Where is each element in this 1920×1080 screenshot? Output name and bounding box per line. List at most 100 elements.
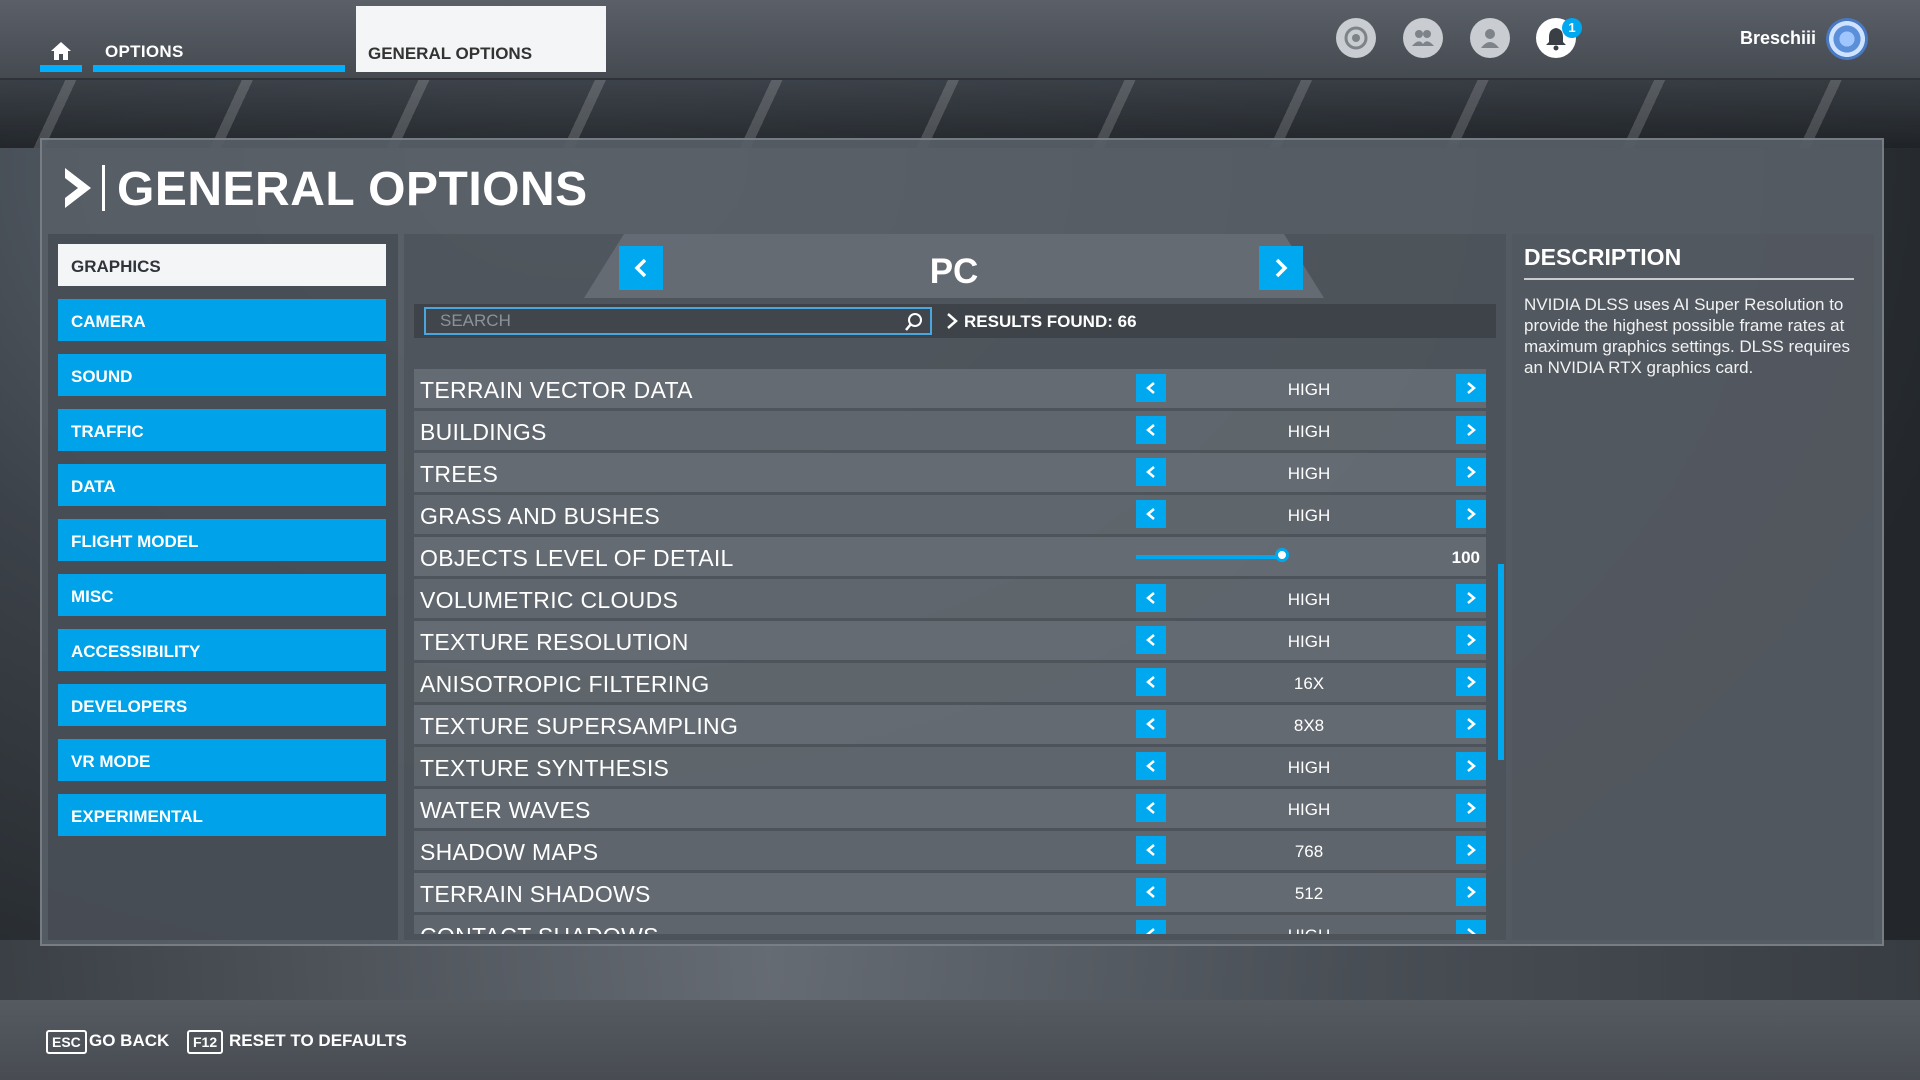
setting-increase-button[interactable] <box>1456 668 1486 696</box>
friends-icon[interactable] <box>1403 18 1443 58</box>
activity-icon[interactable] <box>1336 18 1376 58</box>
chevron-left-icon <box>1146 424 1155 436</box>
reset-to-defaults-button[interactable]: RESET TO DEFAULTS <box>229 1030 407 1052</box>
setting-increase-button[interactable] <box>1456 920 1486 934</box>
setting-row[interactable]: BUILDINGS HIGH <box>414 411 1486 450</box>
setting-increase-button[interactable] <box>1456 584 1486 612</box>
sidebar-item-accessibility[interactable]: ACCESSIBILITY <box>58 629 386 671</box>
setting-value: HIGH <box>1287 632 1331 651</box>
setting-decrease-button[interactable] <box>1136 794 1166 822</box>
setting-decrease-button[interactable] <box>1136 416 1166 444</box>
setting-increase-button[interactable] <box>1456 416 1486 444</box>
setting-value: HIGH <box>1287 422 1331 441</box>
setting-decrease-button[interactable] <box>1136 752 1166 780</box>
setting-decrease-button[interactable] <box>1136 458 1166 486</box>
avatar[interactable] <box>1826 18 1868 60</box>
setting-increase-button[interactable] <box>1456 374 1486 402</box>
setting-decrease-button[interactable] <box>1136 878 1166 906</box>
title-chevron-icon <box>65 168 91 208</box>
setting-increase-button[interactable] <box>1456 836 1486 864</box>
chevron-right-icon <box>1467 760 1476 772</box>
setting-row[interactable]: TEXTURE SYNTHESIS HIGH <box>414 747 1486 786</box>
platform-next-button[interactable] <box>1259 246 1303 290</box>
page-title: GENERAL OPTIONS <box>117 163 588 216</box>
sidebar-item-graphics[interactable]: GRAPHICS <box>58 244 386 286</box>
setting-value: HIGH <box>1287 506 1331 525</box>
chevron-left-icon <box>1146 928 1155 934</box>
setting-value: HIGH <box>1287 800 1331 819</box>
setting-increase-button[interactable] <box>1456 500 1486 528</box>
setting-row[interactable]: TERRAIN VECTOR DATA HIGH <box>414 369 1486 408</box>
setting-increase-button[interactable] <box>1456 458 1486 486</box>
setting-increase-button[interactable] <box>1456 878 1486 906</box>
esc-key-icon[interactable]: ESC <box>46 1030 87 1054</box>
profile-icon[interactable] <box>1470 18 1510 58</box>
go-back-button[interactable]: GO BACK <box>89 1030 169 1052</box>
sidebar-item-label: CAMERA <box>71 312 146 331</box>
setting-row[interactable]: TERRAIN SHADOWS 512 <box>414 873 1486 912</box>
setting-increase-button[interactable] <box>1456 710 1486 738</box>
setting-increase-button[interactable] <box>1456 794 1486 822</box>
setting-label: TREES <box>420 461 499 487</box>
notification-badge: 1 <box>1562 18 1582 38</box>
setting-row[interactable]: TREES HIGH <box>414 453 1486 492</box>
setting-row[interactable]: SHADOW MAPS 768 <box>414 831 1486 870</box>
setting-row[interactable]: VOLUMETRIC CLOUDS HIGH <box>414 579 1486 618</box>
tab-general-options[interactable]: GENERAL OPTIONS <box>356 6 606 72</box>
setting-decrease-button[interactable] <box>1136 836 1166 864</box>
setting-decrease-button[interactable] <box>1136 500 1166 528</box>
sidebar-item-developers[interactable]: DEVELOPERS <box>58 684 386 726</box>
results-count: RESULTS FOUND: 66 <box>964 312 1137 331</box>
sidebar-item-label: DEVELOPERS <box>71 697 188 716</box>
slider-track[interactable] <box>1136 555 1282 559</box>
sidebar-item-camera[interactable]: CAMERA <box>58 299 386 341</box>
slider-thumb[interactable] <box>1275 548 1289 562</box>
setting-value: HIGH <box>1287 380 1331 399</box>
setting-decrease-button[interactable] <box>1136 710 1166 738</box>
setting-increase-button[interactable] <box>1456 752 1486 780</box>
chevron-left-icon <box>1146 886 1155 898</box>
chevron-right-icon <box>1467 928 1476 934</box>
sidebar-item-sound[interactable]: SOUND <box>58 354 386 396</box>
setting-row[interactable]: GRASS AND BUSHES HIGH <box>414 495 1486 534</box>
sidebar-item-label: EXPERIMENTAL <box>71 807 203 826</box>
setting-decrease-button[interactable] <box>1136 668 1166 696</box>
setting-decrease-button[interactable] <box>1136 920 1166 934</box>
chevron-left-icon <box>1146 802 1155 814</box>
settings-area: PC RESULTS FOUND: 66 TERRAIN VECTOR DATA… <box>404 234 1506 940</box>
f12-key-icon[interactable]: F12 <box>187 1030 224 1054</box>
sidebar-item-experimental[interactable]: EXPERIMENTAL <box>58 794 386 836</box>
setting-decrease-button[interactable] <box>1136 374 1166 402</box>
chevron-left-icon <box>634 258 647 278</box>
chevron-right-icon <box>1467 718 1476 730</box>
tab-options[interactable]: OPTIONS <box>93 36 345 72</box>
sidebar-item-flight-model[interactable]: FLIGHT MODEL <box>58 519 386 561</box>
platform-prev-button[interactable] <box>619 246 663 290</box>
search-row: RESULTS FOUND: 66 <box>414 304 1496 338</box>
home-tab[interactable] <box>40 36 82 72</box>
chevron-right-icon <box>1467 424 1476 436</box>
settings-scrollbar[interactable] <box>1498 564 1504 760</box>
setting-row[interactable]: OBJECTS LEVEL OF DETAIL 100 <box>414 537 1486 576</box>
search-input[interactable] <box>424 307 932 335</box>
setting-decrease-button[interactable] <box>1136 626 1166 654</box>
sidebar-item-data[interactable]: DATA <box>58 464 386 506</box>
chevron-right-icon <box>1467 508 1476 520</box>
sidebar-item-vr-mode[interactable]: VR MODE <box>58 739 386 781</box>
options-panel: GENERAL OPTIONS GRAPHICS CAMERA SOUND TR… <box>40 138 1884 946</box>
setting-row[interactable]: TEXTURE SUPERSAMPLING 8X8 <box>414 705 1486 744</box>
setting-decrease-button[interactable] <box>1136 584 1166 612</box>
sidebar-item-label: GRAPHICS <box>71 257 161 276</box>
title-divider <box>102 165 105 211</box>
results-chevron-icon <box>947 313 958 329</box>
setting-row[interactable]: CONTACT SHADOWS HIGH <box>414 915 1486 934</box>
sidebar-item-misc[interactable]: MISC <box>58 574 386 616</box>
setting-increase-button[interactable] <box>1456 626 1486 654</box>
search-icon[interactable] <box>904 312 924 332</box>
username[interactable]: Breschiii <box>1740 28 1816 49</box>
sidebar-item-traffic[interactable]: TRAFFIC <box>58 409 386 451</box>
setting-row[interactable]: TEXTURE RESOLUTION HIGH <box>414 621 1486 660</box>
setting-row[interactable]: ANISOTROPIC FILTERING 16X <box>414 663 1486 702</box>
chevron-left-icon <box>1146 508 1155 520</box>
setting-row[interactable]: WATER WAVES HIGH <box>414 789 1486 828</box>
